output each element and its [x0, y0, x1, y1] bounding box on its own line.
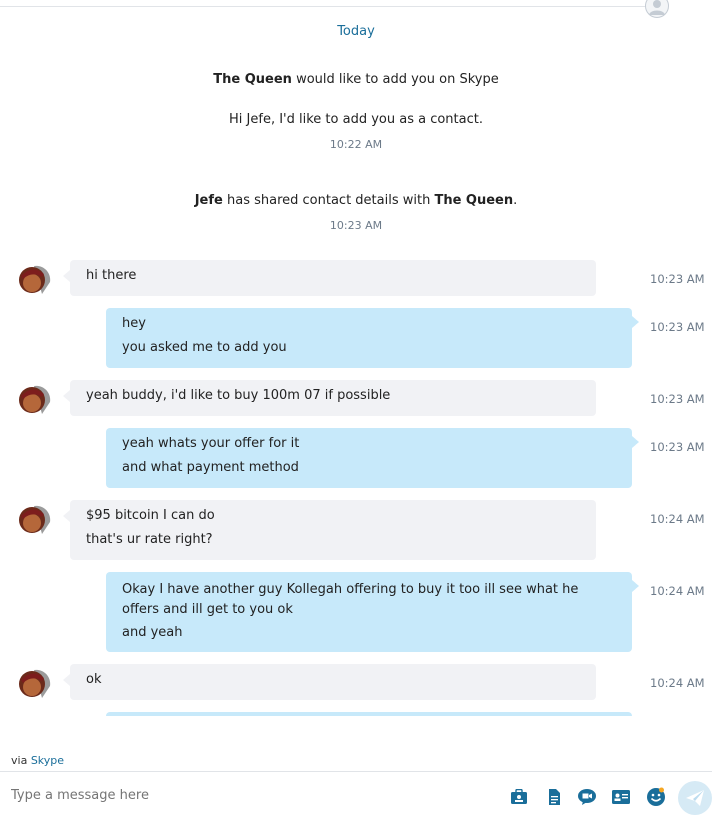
incoming-message[interactable]: yeah buddy, i'd like to buy 100m 07 if p…	[63, 380, 596, 416]
contact-avatar[interactable]	[16, 502, 52, 538]
sender-name: Jefe	[194, 193, 223, 208]
contact-avatar[interactable]	[16, 262, 52, 298]
day-separator: Today	[337, 24, 375, 39]
send-button[interactable]	[678, 781, 712, 815]
message-time: 10:24 AM	[650, 676, 705, 690]
via-skype-label: via Skype	[11, 754, 65, 767]
contact-card-icon[interactable]	[612, 789, 630, 805]
outgoing-message[interactable]: yeah whats your offer for it and what pa…	[106, 428, 639, 488]
file-icon[interactable]	[545, 789, 563, 805]
send-icon	[686, 790, 704, 806]
contact-shared-notice: Jefe has shared contact details with The…	[194, 193, 518, 208]
contact-avatar[interactable]	[16, 666, 52, 702]
message-time: 10:23 AM	[650, 320, 705, 334]
outgoing-message[interactable]: hey you asked me to add you	[106, 308, 639, 368]
message-time: 10:23 AM	[650, 440, 705, 454]
incoming-message[interactable]: hi there	[63, 260, 596, 296]
outgoing-message[interactable]: Okay I have another guy Kollegah offerin…	[106, 572, 639, 652]
compose-divider	[0, 771, 712, 772]
contact-request-notice: The Queen would like to add you on Skype	[213, 72, 499, 87]
message-time: 10:23 AM	[650, 272, 705, 286]
message-time: 10:23 AM	[650, 392, 705, 406]
conversation-bottom-mask	[0, 716, 712, 746]
incoming-message[interactable]: $95 bitcoin I can do that's ur rate righ…	[63, 500, 596, 560]
video-message-icon[interactable]	[578, 789, 596, 805]
incoming-message[interactable]: ok	[63, 664, 596, 700]
message-input[interactable]	[11, 788, 491, 803]
contact-request-message: Hi Jefe, I'd like to add you as a contac…	[229, 112, 483, 127]
skype-link[interactable]: Skype	[31, 754, 64, 767]
sender-name: The Queen	[213, 72, 292, 87]
message-time: 10:24 AM	[650, 584, 705, 598]
person-icon	[649, 0, 665, 15]
profile-avatar[interactable]	[645, 0, 669, 18]
top-divider	[0, 6, 650, 7]
emoticon-icon[interactable]	[646, 787, 666, 807]
timestamp: 10:22 AM	[329, 138, 383, 151]
recipient-name: The Queen	[434, 193, 514, 208]
timestamp: 10:23 AM	[329, 219, 383, 232]
contact-avatar[interactable]	[16, 382, 52, 418]
send-contacts-icon[interactable]	[510, 789, 528, 805]
message-time: 10:24 AM	[650, 512, 705, 526]
